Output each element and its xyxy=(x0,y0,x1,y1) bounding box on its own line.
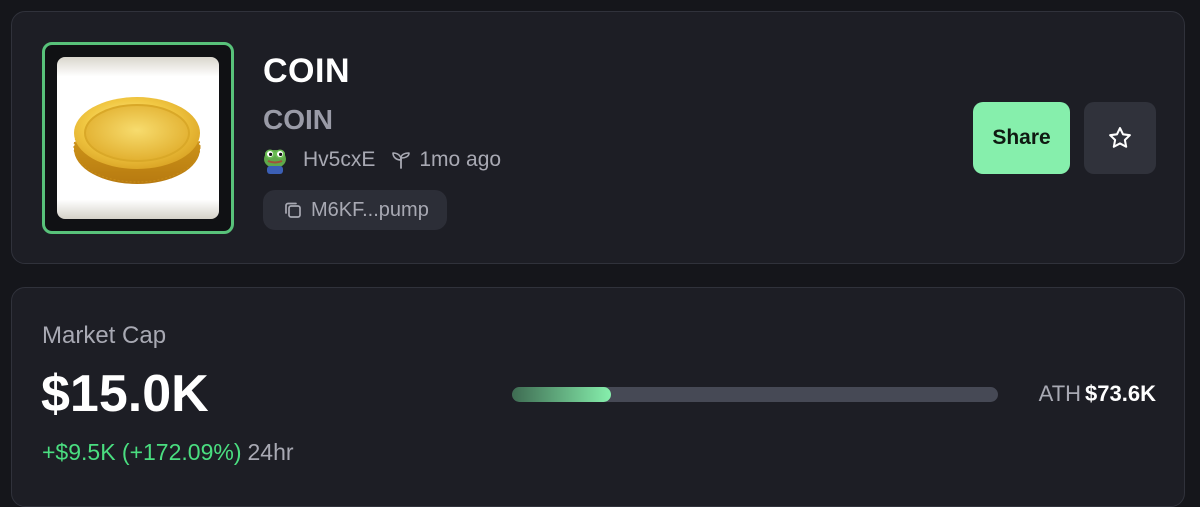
market-cap-change: +$9.5K (+172.09%) 24hr xyxy=(42,439,294,466)
token-image-frame[interactable] xyxy=(42,42,234,234)
ath-value: $73.6K xyxy=(1085,381,1156,406)
share-button[interactable]: Share xyxy=(973,102,1070,174)
ath-progress-fill xyxy=(512,387,612,402)
token-age: 1mo ago xyxy=(419,148,502,171)
creator-link[interactable]: Hv5cxE xyxy=(303,148,375,172)
sprout-icon xyxy=(392,152,411,169)
ath-label: ATH xyxy=(1038,381,1082,406)
copy-address-button[interactable]: M6KF...pump xyxy=(263,190,447,230)
market-cap-label: Market Cap xyxy=(42,322,167,349)
ath-indicator: ATH $73.6K xyxy=(1039,381,1156,407)
change-period: 24hr xyxy=(247,439,294,465)
market-cap-card: Market Cap $15.0K +$9.5K (+172.09%) 24hr … xyxy=(11,287,1185,507)
ath-progress-bar xyxy=(512,387,998,402)
contract-address: M6KF...pump xyxy=(311,198,429,221)
token-symbol: COIN xyxy=(263,104,333,135)
gold-coin-icon xyxy=(57,57,219,219)
token-header-card: COIN COIN Hv5cxE 1mo ago M6KF...pump Sha… xyxy=(11,11,1185,264)
pepe-avatar-icon[interactable] xyxy=(261,146,289,174)
change-value: +$9.5K (+172.09%) xyxy=(42,439,242,465)
copy-icon xyxy=(285,202,301,218)
token-meta-row: Hv5cxE 1mo ago xyxy=(261,145,501,175)
market-cap-value: $15.0K xyxy=(41,365,209,423)
star-icon xyxy=(1109,127,1131,148)
token-name: COIN xyxy=(263,52,350,90)
favorite-button[interactable] xyxy=(1084,102,1156,174)
